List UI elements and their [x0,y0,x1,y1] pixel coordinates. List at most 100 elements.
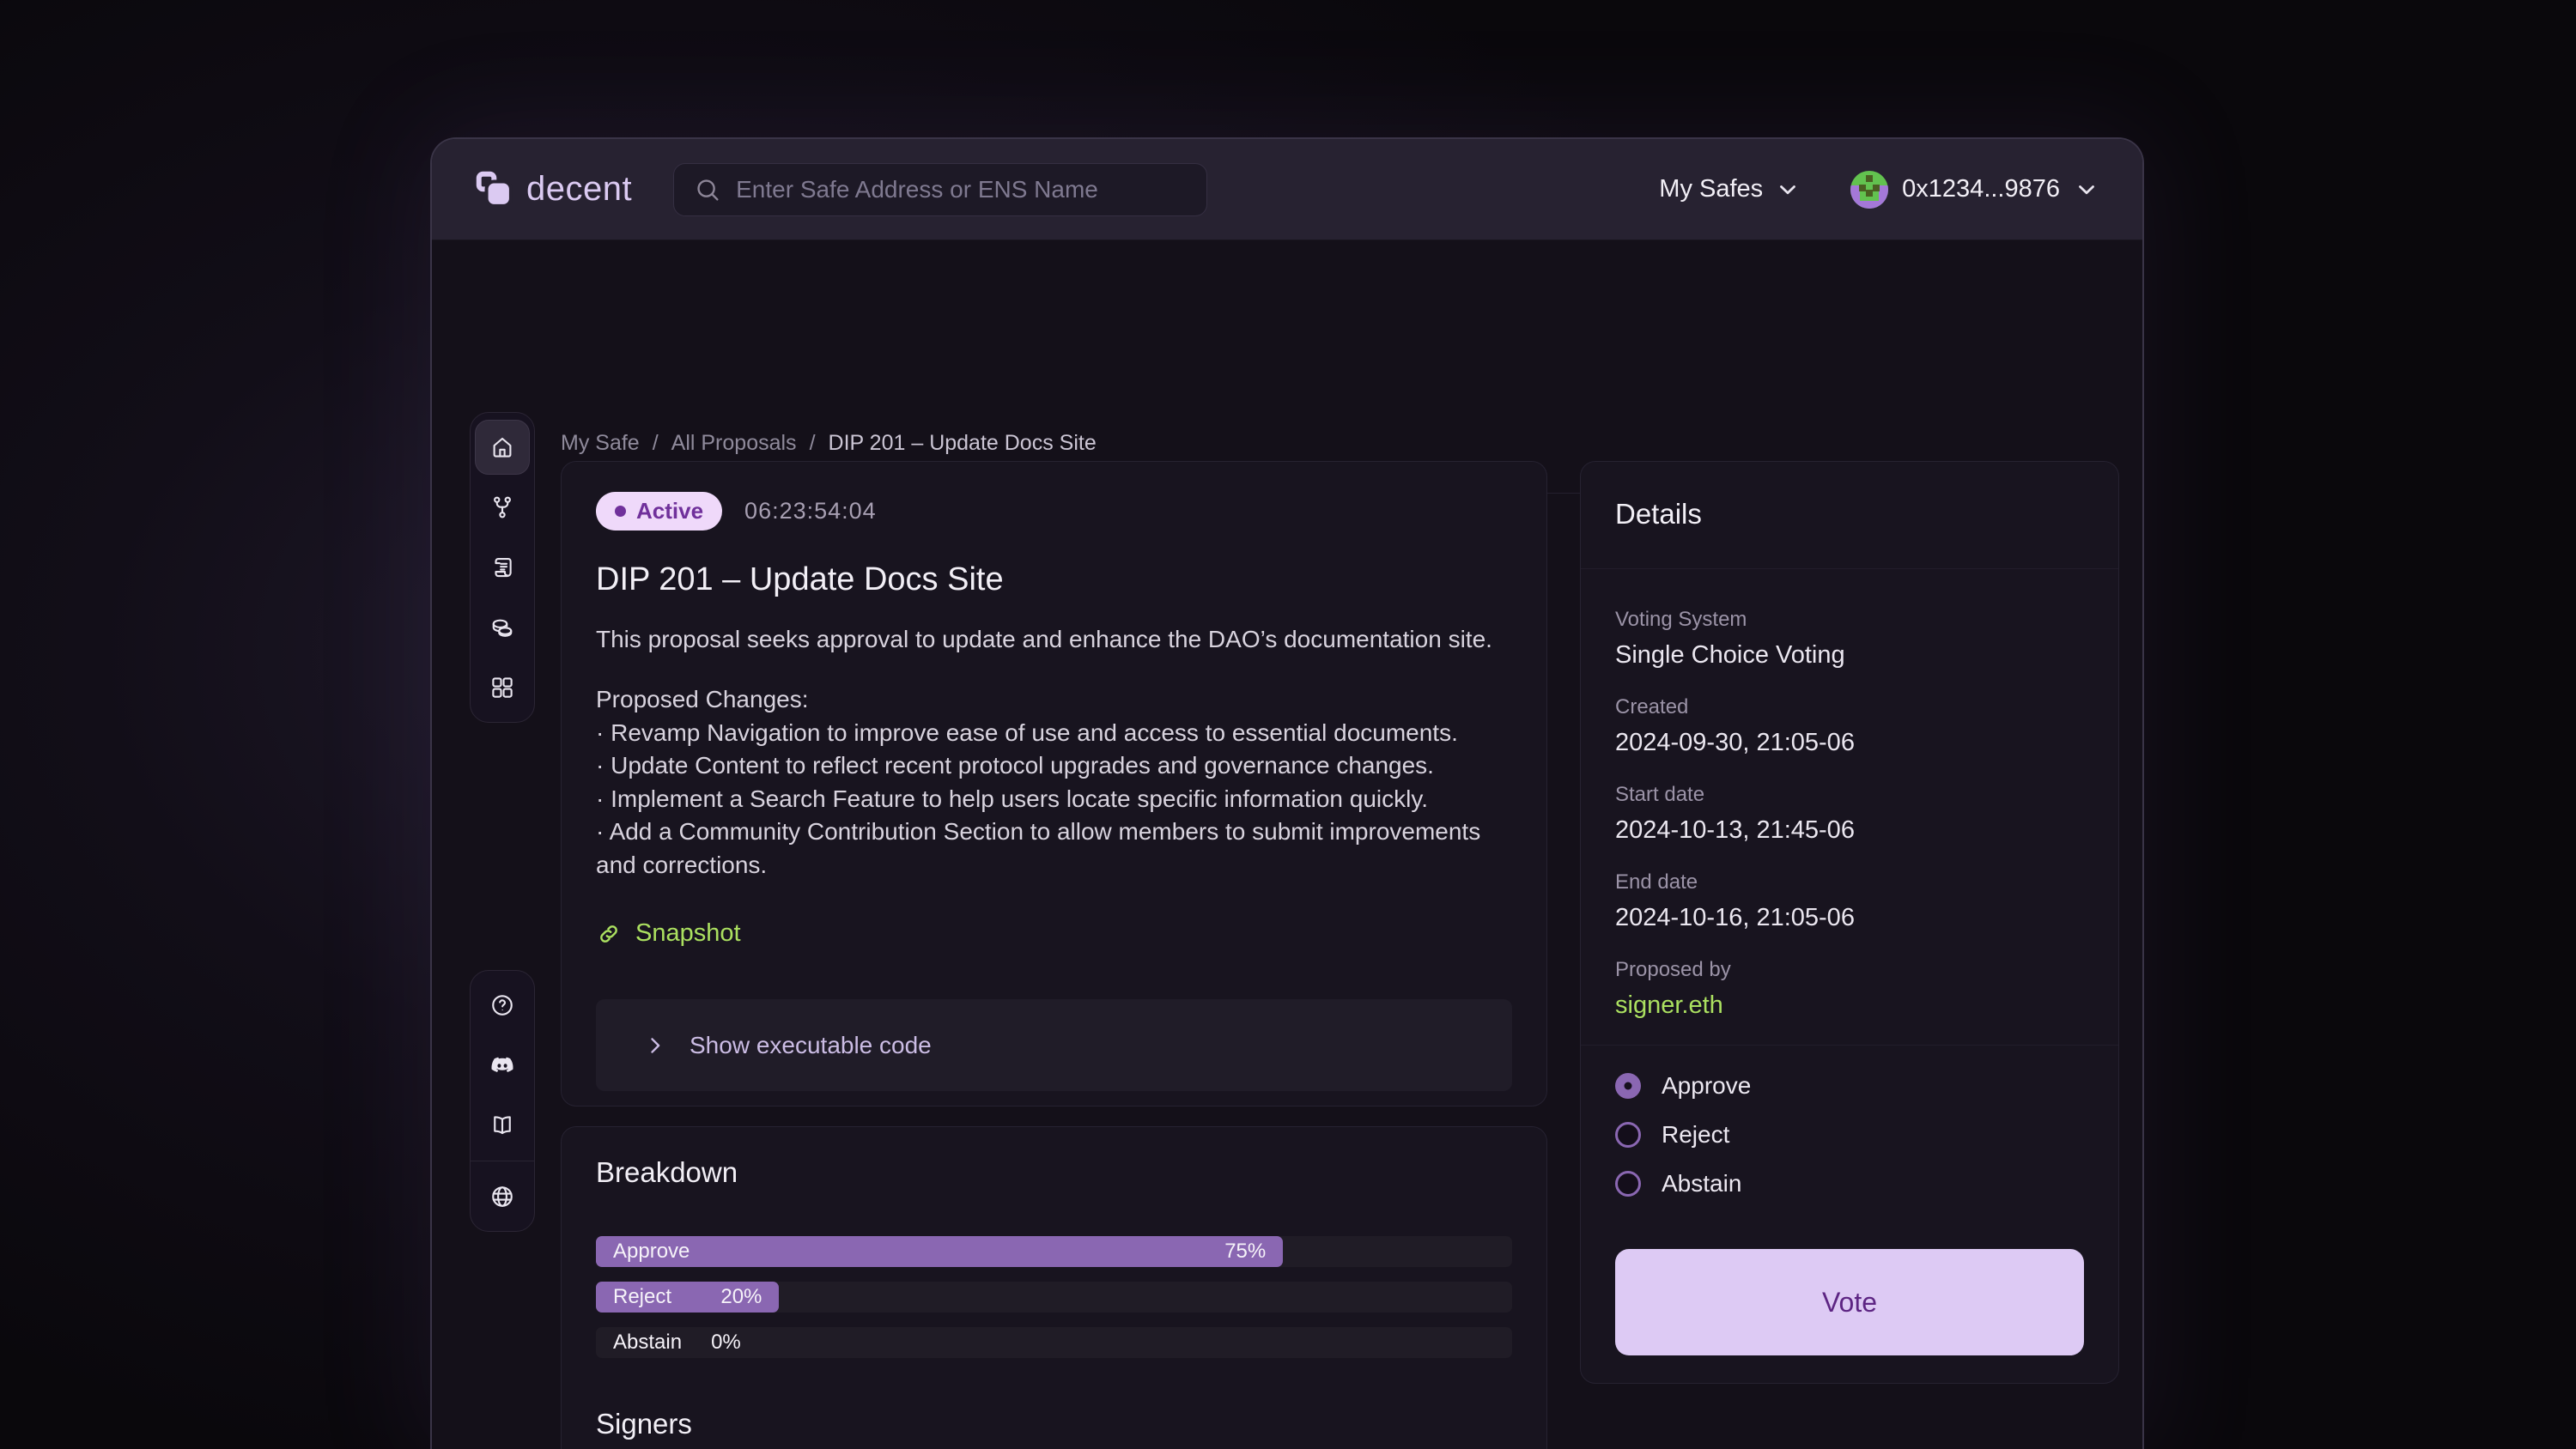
search-input[interactable] [736,176,1188,203]
radio-reject[interactable] [1615,1122,1641,1148]
show-executable-code-toggle[interactable]: Show executable code [596,999,1512,1091]
vote-breakdown-bars: Approve 75% Reject 20% Abstain 0% [596,1236,1512,1358]
field-label: Created [1615,694,2084,720]
status-badge: Active [596,492,722,530]
sidebar-nav [470,412,535,723]
field-label: End date [1615,870,2084,895]
vote-option-approve[interactable]: Approve [1615,1073,2084,1099]
bar-label: Abstain [613,1331,682,1355]
breakdown-bar-approve: Approve 75% [596,1236,1512,1267]
status-label: Active [636,498,703,524]
bar-fill: Approve 75% [596,1236,1283,1267]
question-icon [489,992,515,1018]
my-safes-label: My Safes [1659,175,1763,203]
status-dot-icon [615,506,626,517]
scroll-icon [489,555,515,580]
search-icon [693,175,722,204]
breadcrumb-all-proposals[interactable]: All Proposals [671,431,797,456]
hierarchy-icon [489,494,515,520]
change-item: · Add a Community Contribution Section t… [596,815,1512,882]
vote-button[interactable]: Vote [1615,1249,2084,1355]
field-created: Created 2024-09-30, 21:05-06 [1615,694,2084,758]
breadcrumb-separator: / [653,431,659,456]
field-value: 2024-09-30, 21:05-06 [1615,727,2084,758]
radio-abstain[interactable] [1615,1171,1641,1197]
vote-option-reject[interactable]: Reject [1615,1122,2084,1148]
field-label: Proposed by [1615,957,2084,983]
decent-logo[interactable]: decent [475,170,632,209]
field-label: Voting System [1615,607,2084,633]
field-start-date: Start date 2024-10-13, 21:45-06 [1615,782,2084,846]
show-code-label: Show executable code [690,1032,932,1059]
details-panel: Details Voting System Single Choice Voti… [1580,461,2119,1384]
proposer-link[interactable]: signer.eth [1615,990,2084,1021]
countdown-timer: 06:23:54:04 [744,498,877,524]
snapshot-link[interactable]: Snapshot [596,919,741,948]
sidebar-support-nav [470,970,535,1232]
globe-icon [489,1184,515,1210]
sidebar-item-hierarchy[interactable] [472,477,532,537]
vote-option-label: Reject [1662,1121,1729,1149]
change-item: · Update Content to reflect recent proto… [596,749,1512,783]
field-proposed-by: Proposed by signer.eth [1615,957,2084,1021]
sidebar-item-support[interactable] [472,975,532,1035]
chevron-down-icon [1775,177,1801,203]
my-safes-menu[interactable]: My Safes [1659,175,1801,203]
sidebar-item-docs[interactable] [472,1095,532,1155]
chevron-right-icon [643,1034,667,1058]
discord-icon-item[interactable] [472,1035,532,1095]
sidebar-item-treasury[interactable] [472,597,532,658]
chevron-down-icon [2074,177,2099,203]
avatar [1850,171,1888,209]
bar-percent: 75% [1224,1240,1266,1264]
signers-heading: Signers [596,1408,1512,1440]
proposal-changes: Proposed Changes: · Revamp Navigation to… [596,683,1512,882]
vote-option-abstain[interactable]: Abstain [1615,1171,2084,1197]
breadcrumb-current: DIP 201 – Update Docs Site [829,431,1097,456]
app-window: decent My Safes [430,137,2144,1449]
bar-label: Approve [613,1240,690,1264]
discord-icon [489,1052,516,1079]
field-end-date: End date 2024-10-16, 21:05-06 [1615,870,2084,933]
bar-fill: Abstain 0% [596,1327,758,1358]
vote-options: Approve Reject Abstain Vote [1581,1046,2118,1355]
sidebar-item-proposals[interactable] [472,537,532,597]
breadcrumb-my-safe[interactable]: My Safe [561,431,640,456]
breakdown-card: Breakdown Approve 75% Reject 20% Abstain… [561,1126,1547,1449]
breakdown-bar-abstain: Abstain 0% [596,1327,1512,1358]
book-icon [489,1113,515,1138]
decent-logo-text: decent [526,170,632,209]
coins-icon [489,615,515,640]
grid-icon [489,675,515,700]
decent-logo-icon [475,170,514,209]
snapshot-label: Snapshot [635,919,741,948]
change-item: · Implement a Search Feature to help use… [596,783,1512,816]
proposal-title: DIP 201 – Update Docs Site [596,559,1512,600]
radio-approve[interactable] [1615,1073,1641,1099]
wallet-address: 0x1234...9876 [1902,175,2060,203]
bar-label: Reject [613,1285,671,1309]
changes-heading: Proposed Changes: [596,683,1512,717]
vote-option-label: Approve [1662,1072,1751,1100]
bar-percent: 0% [711,1331,741,1355]
details-fields: Voting System Single Choice Voting Creat… [1581,569,2118,1021]
sidebar-item-apps[interactable] [472,658,532,718]
safe-search-box[interactable] [673,163,1207,216]
field-value: Single Choice Voting [1615,640,2084,670]
breadcrumb-separator: / [810,431,816,456]
wallet-account-menu[interactable]: 0x1234...9876 [1850,171,2099,209]
bar-fill: Reject 20% [596,1282,779,1313]
bar-percent: 20% [720,1285,762,1309]
field-value: 2024-10-16, 21:05-06 [1615,902,2084,933]
home-icon [489,434,515,460]
proposal-card: Active 06:23:54:04 DIP 201 – Update Docs… [561,461,1547,1106]
top-header: decent My Safes [432,139,2142,240]
details-heading: Details [1615,498,2084,530]
change-item: · Revamp Navigation to improve ease of u… [596,717,1512,750]
sidebar-item-home[interactable] [475,420,530,475]
proposal-description: This proposal seeks approval to update a… [596,624,1512,655]
sidebar-item-language[interactable] [472,1167,532,1227]
field-voting-system: Voting System Single Choice Voting [1615,607,2084,670]
field-value: 2024-10-13, 21:45-06 [1615,815,2084,846]
breakdown-bar-reject: Reject 20% [596,1282,1512,1313]
